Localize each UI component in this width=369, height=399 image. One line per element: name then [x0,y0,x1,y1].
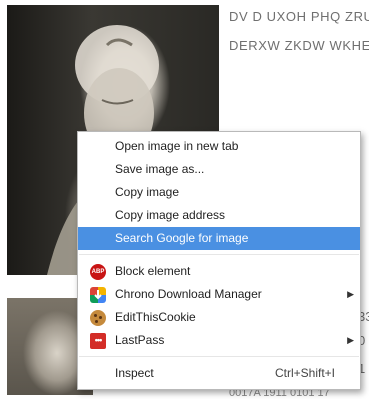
menu-item-label: Open image in new tab [115,139,239,153]
menu-item-search-google-for-image[interactable]: Search Google for image [78,227,360,250]
submenu-arrow-icon: ▶ [347,289,354,299]
menu-item-copy-image[interactable]: Copy image [78,181,360,204]
lastpass-icon: ••• [90,333,106,349]
menu-item-label: Search Google for image [115,231,249,245]
chrono-download-icon [90,287,106,303]
menu-item-chrono-download-manager[interactable]: Chrono Download Manager ▶ [78,283,360,306]
submenu-arrow-icon: ▶ [347,335,354,345]
cookie-icon [90,310,106,326]
menu-item-label: Copy image address [115,208,226,222]
menu-separator [79,356,359,357]
menu-item-inspect[interactable]: Inspect Ctrl+Shift+I [78,362,360,385]
adblock-plus-icon: ABP [90,264,106,280]
menu-item-label: LastPass [115,333,165,347]
menu-item-block-element[interactable]: ABP Block element [78,260,360,283]
menu-separator [79,254,359,255]
page-text-line-2: DERXW ZKDW WKHE [229,38,369,53]
menu-item-label: Copy image [115,185,180,199]
menu-item-editthiscookie[interactable]: EditThisCookie [78,306,360,329]
menu-item-label: EditThisCookie [115,310,196,324]
page-text-line-1: DV D UXOH PHQ ZRU [229,9,369,24]
menu-item-label: Inspect [115,366,154,380]
menu-item-save-image-as[interactable]: Save image as... [78,158,360,181]
menu-item-open-image-new-tab[interactable]: Open image in new tab [78,135,360,158]
menu-item-copy-image-address[interactable]: Copy image address [78,204,360,227]
menu-item-label: Save image as... [115,162,205,176]
context-menu: Open image in new tab Save image as... C… [77,131,361,390]
menu-item-label: Chrono Download Manager [115,287,262,301]
inspect-shortcut: Ctrl+Shift+I [274,366,335,380]
menu-item-label: Block element [115,264,191,278]
menu-item-lastpass[interactable]: ••• LastPass ▶ [78,329,360,352]
